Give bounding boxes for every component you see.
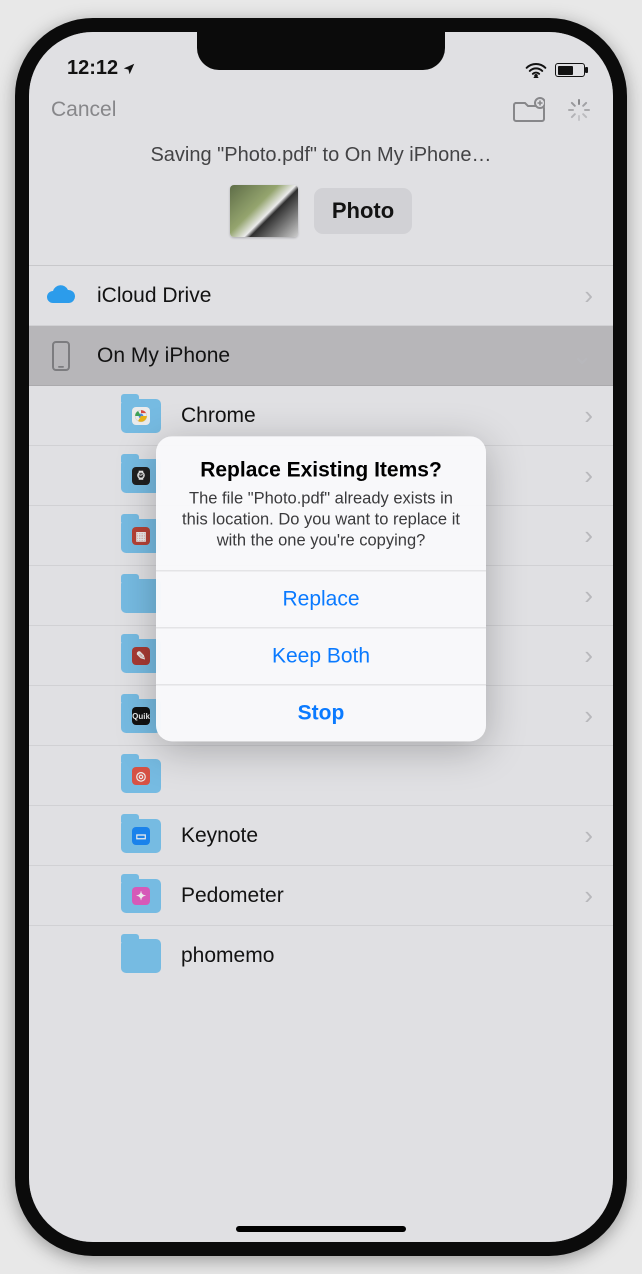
file-preview: Photo (29, 185, 613, 266)
folder-icon: Quik (121, 699, 161, 733)
battery-icon (555, 63, 585, 77)
file-thumbnail (230, 185, 298, 237)
icloud-icon (43, 285, 79, 307)
folder-label: Keynote (181, 824, 584, 848)
new-folder-icon[interactable] (513, 97, 545, 123)
alert-header: Replace Existing Items? The file "Photo.… (156, 436, 486, 570)
folder-icon (121, 579, 161, 613)
location-icon (122, 62, 136, 76)
spinner-icon (567, 98, 591, 122)
chevron-right-icon: › (584, 700, 593, 731)
chevron-right-icon: › (584, 280, 593, 311)
alert-stop-button[interactable]: Stop (156, 684, 486, 741)
filename-field[interactable]: Photo (314, 188, 412, 234)
alert-title: Replace Existing Items? (178, 458, 464, 482)
folder-icon: ▦ (121, 519, 161, 553)
folder-row-phomemo[interactable]: phomemo (29, 926, 613, 986)
cancel-button[interactable]: Cancel (51, 98, 116, 122)
chevron-right-icon: › (584, 520, 593, 551)
folder-icon: ✦ (121, 879, 161, 913)
folder-label: Pedometer (181, 884, 584, 908)
screen: 12:12 Cancel (29, 32, 613, 1242)
location-on-my-iphone[interactable]: On My iPhone ⌄ (29, 326, 613, 386)
folder-icon: ⌚︎ (121, 459, 161, 493)
replace-items-alert: Replace Existing Items? The file "Photo.… (156, 436, 486, 741)
folder-row-pedometer[interactable]: ✦ Pedometer › (29, 866, 613, 926)
chevron-right-icon: › (584, 640, 593, 671)
folder-label: Chrome (181, 404, 584, 428)
notch (197, 30, 445, 70)
alert-keep-both-button[interactable]: Keep Both (156, 627, 486, 684)
nav-bar: Cancel (29, 82, 613, 138)
alert-message: The file "Photo.pdf" already exists in t… (178, 488, 464, 552)
folder-label: phomemo (181, 944, 593, 968)
folder-icon (121, 939, 161, 973)
location-label: On My iPhone (97, 344, 571, 368)
chevron-right-icon: › (584, 580, 593, 611)
wifi-icon (525, 62, 547, 78)
alert-replace-button[interactable]: Replace (156, 570, 486, 627)
chevron-right-icon: › (584, 820, 593, 851)
folder-icon: ✎ (121, 639, 161, 673)
folder-icon (121, 399, 161, 433)
home-indicator[interactable] (236, 1226, 406, 1232)
folder-icon: ◎ (121, 759, 161, 793)
chevron-right-icon: › (584, 400, 593, 431)
location-label: iCloud Drive (97, 284, 584, 308)
chevron-down-icon: ⌄ (571, 340, 593, 371)
folder-icon: ▭ (121, 819, 161, 853)
folder-row-keynote[interactable]: ▭ Keynote › (29, 806, 613, 866)
chevron-right-icon: › (584, 880, 593, 911)
saving-status-text: Saving "Photo.pdf" to On My iPhone… (29, 138, 613, 185)
location-icloud-drive[interactable]: iCloud Drive › (29, 266, 613, 326)
iphone-device-frame: 12:12 Cancel (15, 18, 627, 1256)
iphone-icon (43, 341, 79, 371)
chevron-right-icon: › (584, 460, 593, 491)
status-time: 12:12 (67, 57, 118, 80)
folder-row[interactable]: ◎ (29, 746, 613, 806)
